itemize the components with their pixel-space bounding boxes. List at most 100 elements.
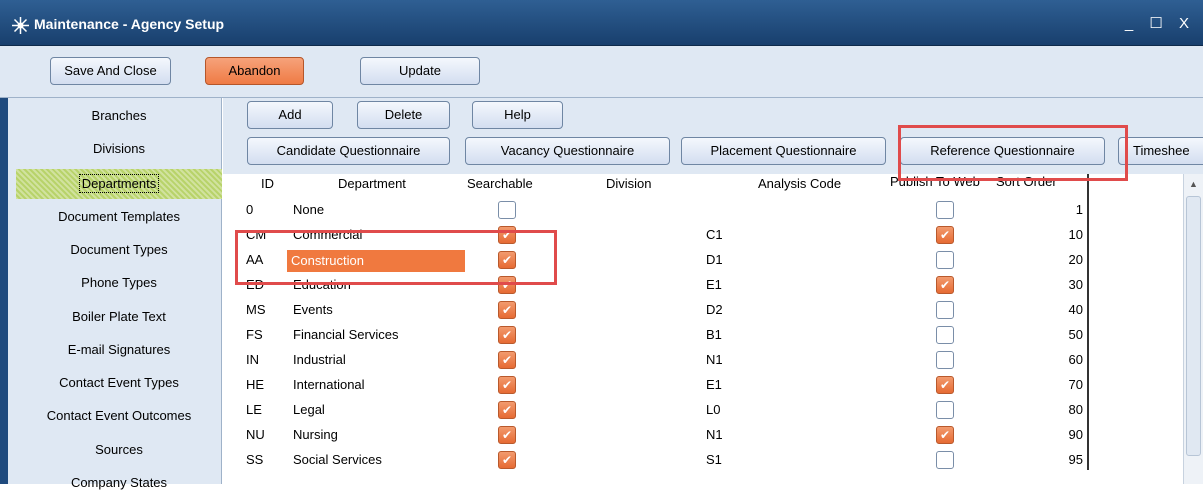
sidebar-item-contact-event-outcomes[interactable]: Contact Event Outcomes [16,401,222,431]
publish-checkbox[interactable] [936,401,954,419]
sidebar-item-label: Contact Event Types [59,375,179,390]
annotation-reference-questionnaire [898,125,1128,181]
sidebar-item-label: Document Types [70,242,168,257]
sidebar-item-label: Contact Event Outcomes [46,408,192,423]
sidebar-item-label: Sources [95,442,143,457]
searchable-checkbox[interactable]: ✔ [498,376,516,394]
minimize-icon[interactable]: _ [1125,15,1139,32]
scroll-up-icon[interactable]: ▲ [1189,179,1198,189]
cell-id: IN [246,352,259,367]
abandon-button[interactable]: Abandon [205,57,304,85]
cell-department: None [293,202,325,217]
scrollbar-thumb[interactable] [1186,196,1201,456]
save-and-close-button[interactable]: Save And Close [50,57,171,85]
cell-department: Events [293,302,333,317]
table-row[interactable]: FS Financial Services ✔ B1 50 [223,323,1087,348]
sidebar-item-divisions[interactable]: Divisions [16,134,222,164]
table-row[interactable]: SS Social Services ✔ S1 95 [223,448,1087,473]
table-row[interactable]: NU Nursing ✔ N1 ✔ 90 [223,423,1087,448]
cell-sort-order: 1 [1075,202,1083,217]
cell-sort-order: 95 [1068,452,1083,467]
sidebar-item-contact-event-types[interactable]: Contact Event Types [16,368,222,398]
sidebar-item-boiler-plate-text[interactable]: Boiler Plate Text [16,302,222,332]
window-title: Maintenance - Agency Setup [34,16,225,32]
sidebar-item-label: E-mail Signatures [67,342,171,357]
publish-checkbox[interactable]: ✔ [936,426,954,444]
table-row[interactable]: MS Events ✔ D2 40 [223,298,1087,323]
add-button[interactable]: Add [247,101,333,129]
cell-analysis-code: C1 [706,227,723,242]
cell-department: International [293,377,365,392]
table-row[interactable]: LE Legal ✔ L0 80 [223,398,1087,423]
searchable-checkbox[interactable]: ✔ [498,326,516,344]
cell-analysis-code: L0 [706,402,721,417]
sidebar-item-label: Document Templates [58,209,180,224]
searchable-checkbox[interactable]: ✔ [498,301,516,319]
searchable-checkbox[interactable]: ✔ [498,351,516,369]
timesheet-questionnaire-button[interactable]: Timeshee [1118,137,1203,165]
vacancy-questionnaire-button[interactable]: Vacancy Questionnaire [465,137,670,165]
cell-department: Industrial [293,352,346,367]
header-analysis-code[interactable]: Analysis Code [758,176,841,191]
maximize-icon[interactable]: ☐ [1149,14,1168,32]
cell-sort-order: 10 [1068,227,1083,242]
title-bar: Maintenance - Agency Setup _ ☐ X [0,0,1203,46]
sidebar: Branches Divisions Departments Document … [0,98,222,490]
publish-checkbox[interactable]: ✔ [936,226,954,244]
header-searchable[interactable]: Searchable [467,176,533,191]
publish-checkbox[interactable] [936,326,954,344]
cell-id: 0 [246,202,254,217]
sidebar-item-document-types[interactable]: Document Types [16,235,222,265]
candidate-questionnaire-button[interactable]: Candidate Questionnaire [247,137,450,165]
publish-checkbox[interactable] [936,351,954,369]
table-row[interactable]: 0 None 1 [223,198,1087,223]
update-button[interactable]: Update [360,57,480,85]
cell-analysis-code: N1 [706,427,723,442]
sidebar-item-company-states[interactable]: Company States [16,468,222,498]
searchable-checkbox[interactable]: ✔ [498,426,516,444]
cell-analysis-code: D1 [706,252,723,267]
main-toolbar: Save And Close Abandon Update [0,46,1203,98]
sidebar-item-document-templates[interactable]: Document Templates [16,202,222,232]
help-button[interactable]: Help [472,101,563,129]
cell-analysis-code: S1 [706,452,722,467]
sidebar-item-label: Boiler Plate Text [72,309,166,324]
table-row[interactable]: HE International ✔ E1 ✔ 70 [223,373,1087,398]
searchable-checkbox[interactable]: ✔ [498,401,516,419]
delete-button[interactable]: Delete [357,101,450,129]
cell-id: MS [246,302,266,317]
sidebar-item-departments[interactable]: Departments [16,169,222,199]
table-row[interactable]: IN Industrial ✔ N1 60 [223,348,1087,373]
cell-department: Legal [293,402,325,417]
publish-checkbox[interactable] [936,301,954,319]
placement-questionnaire-button[interactable]: Placement Questionnaire [681,137,886,165]
cell-analysis-code: D2 [706,302,723,317]
cell-analysis-code: N1 [706,352,723,367]
header-department[interactable]: Department [338,176,406,191]
sidebar-item-email-signatures[interactable]: E-mail Signatures [16,335,222,365]
close-icon[interactable]: X [1179,15,1195,32]
sidebar-item-label: Departments [78,174,160,193]
cell-id: SS [246,452,264,467]
sidebar-edge [0,98,8,484]
publish-checkbox[interactable] [936,201,954,219]
header-id[interactable]: ID [261,176,274,191]
publish-checkbox[interactable] [936,451,954,469]
sidebar-item-phone-types[interactable]: Phone Types [16,268,222,298]
sidebar-item-branches[interactable]: Branches [16,101,222,131]
header-division[interactable]: Division [606,176,652,191]
cell-department: Social Services [293,452,382,467]
sidebar-item-label: Phone Types [81,275,157,290]
publish-checkbox[interactable] [936,251,954,269]
cell-id: NU [246,427,265,442]
searchable-checkbox[interactable] [498,201,516,219]
vertical-scrollbar[interactable]: ▲ [1183,174,1203,484]
app-icon [12,17,29,34]
cell-analysis-code: E1 [706,377,722,392]
cell-department: Nursing [293,427,338,442]
publish-checkbox[interactable]: ✔ [936,276,954,294]
cell-sort-order: 70 [1068,377,1083,392]
sidebar-item-sources[interactable]: Sources [16,435,222,465]
searchable-checkbox[interactable]: ✔ [498,451,516,469]
publish-checkbox[interactable]: ✔ [936,376,954,394]
